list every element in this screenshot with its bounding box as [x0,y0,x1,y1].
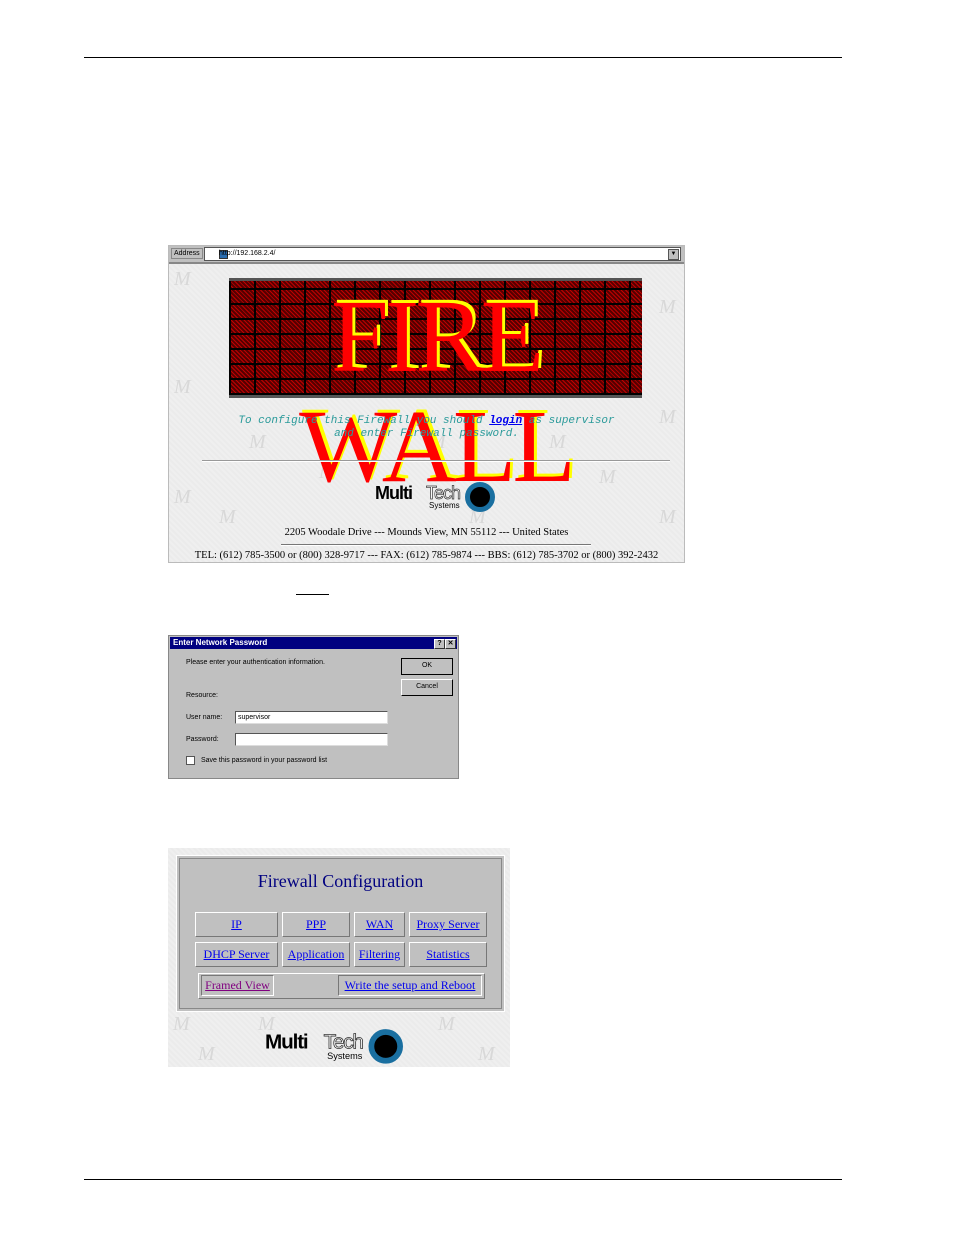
address-label: Address [171,248,203,259]
proxy-server-link[interactable]: Proxy Server [417,917,480,931]
write-reboot-cell[interactable]: Write the setup and Reboot [338,975,482,996]
instruction-text: To configure this Firewall you should [238,415,490,427]
banner-text: FIRE WALL [299,279,576,504]
ppp-link-cell[interactable]: PPP [282,912,350,937]
wan-link-cell[interactable]: WAN [354,912,405,937]
cancel-button[interactable]: Cancel [401,679,453,696]
header-rule [84,57,842,58]
firewall-config-screenshot: MMMMM Firewall Configuration IP PPP WAN … [168,848,510,1067]
logo-multi: Multi [375,483,413,503]
contact-line: TEL: (612) 785-3500 or (800) 328-9717 --… [194,550,659,561]
ppp-link[interactable]: PPP [306,917,326,931]
password-label: Password: [186,736,219,743]
close-icon[interactable]: ✕ [445,639,456,649]
dhcp-server-link[interactable]: DHCP Server [204,947,270,961]
ok-button[interactable]: OK [401,658,453,675]
multitech-logo: Multi Tech Systems [265,1028,415,1065]
dialog-title-bar: Enter Network Password ? ✕ [170,637,457,649]
instruction-line-1: To configure this Firewall you should lo… [169,415,684,427]
blank-underline [296,594,329,595]
dialog-title: Enter Network Password [173,638,268,647]
write-reboot-link[interactable]: Write the setup and Reboot [345,978,476,992]
logo-multi: Multi [265,1030,309,1054]
username-label: User name: [186,714,223,721]
ip-link-cell[interactable]: IP [195,912,278,937]
firewall-banner: FIRE WALL [229,278,642,502]
wan-link[interactable]: WAN [366,917,393,931]
logo-ring-icon [465,482,495,512]
filtering-link-cell[interactable]: Filtering [354,942,405,967]
proxy-server-link-cell[interactable]: Proxy Server [409,912,487,937]
footer-rule [84,1179,842,1180]
url-text: http://192.168.2.4/ [219,250,276,257]
url-input[interactable]: http://192.168.2.4/ ▼ [204,247,681,261]
browser-screenshot: MMM MMM MMMMMMM Address http://192.168.2… [168,245,685,563]
statistics-link[interactable]: Statistics [426,947,469,961]
document-page: MMM MMM MMMMMMM Address http://192.168.2… [0,0,954,1235]
framed-view-cell[interactable]: Framed View [201,975,274,996]
username-input[interactable]: supervisor [235,711,388,724]
dhcp-server-link-cell[interactable]: DHCP Server [195,942,278,967]
action-row: Framed View Write the setup and Reboot [198,973,485,999]
logo-systems: Systems [327,1051,363,1062]
ip-link[interactable]: IP [231,917,242,931]
logo-ring-icon [368,1029,403,1064]
prompt-text: Please enter your authentication informa… [186,659,325,666]
dropdown-arrow-icon[interactable]: ▼ [668,249,679,260]
instruction-line-2: and enter Firewall password. [334,428,519,440]
divider [202,460,670,462]
divider [281,544,591,546]
application-link-cell[interactable]: Application [282,942,350,967]
address-line: 2205 Woodale Drive --- Mounds View, MN 5… [284,527,569,538]
password-input[interactable] [235,733,388,746]
help-icon[interactable]: ? [434,639,445,649]
resource-label: Resource: [186,692,218,699]
logo-systems: Systems [429,501,460,510]
config-panel: Firewall Configuration IP PPP WAN Proxy … [176,855,505,1012]
application-link[interactable]: Application [288,947,345,961]
login-link[interactable]: login [489,415,522,427]
statistics-link-cell[interactable]: Statistics [409,942,487,967]
filtering-link[interactable]: Filtering [359,947,400,961]
address-bar: Address http://192.168.2.4/ ▼ [169,246,684,264]
config-title: Firewall Configuration [257,871,424,891]
framed-view-link[interactable]: Framed View [205,978,270,992]
save-password-checkbox[interactable] [186,756,195,765]
multitech-logo: Multi Tech Systems [375,481,505,513]
instruction-text: as supervisor [522,415,615,427]
network-password-dialog: Enter Network Password ? ✕ Please enter … [168,635,459,779]
save-password-label: Save this password in your password list [201,757,328,764]
